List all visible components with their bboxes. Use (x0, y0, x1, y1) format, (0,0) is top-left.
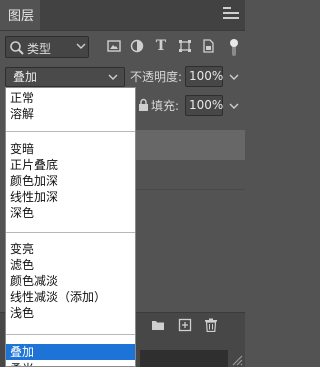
menu-item-darken[interactable]: 变暗 (6, 141, 135, 157)
menu-item-linear-dodge[interactable]: 线性减淡（添加） (6, 289, 135, 305)
menu-item-multiply[interactable]: 正片叠底 (6, 157, 135, 173)
panel-menu-icon[interactable] (223, 7, 239, 21)
panel-title: 图层 (8, 9, 35, 24)
filter-toggle-switch[interactable] (229, 38, 239, 58)
menu-item-lighter-color[interactable]: 浅色 (6, 305, 135, 321)
adjustment-layer-filter-icon[interactable] (130, 39, 144, 53)
lock-all-icon[interactable] (138, 98, 149, 112)
panel-footer-dark-strip (140, 350, 228, 367)
menu-item-linear-burn[interactable]: 线性加深 (6, 189, 135, 205)
type-layer-filter-icon[interactable]: T (154, 39, 168, 53)
menu-item-dissolve[interactable]: 溶解 (6, 106, 135, 122)
search-icon (10, 41, 24, 55)
chevron-down-icon (76, 43, 86, 49)
menu-item-darker-color[interactable]: 深色 (6, 205, 135, 221)
chevron-down-icon[interactable] (229, 101, 239, 111)
fill-input[interactable]: 100% (185, 95, 223, 116)
menu-separator (6, 232, 135, 233)
smart-object-filter-icon[interactable] (201, 39, 215, 53)
opacity-label: 不透明度: (130, 70, 183, 84)
layer-row[interactable] (134, 130, 245, 160)
pixel-layer-filter-icon[interactable] (107, 39, 121, 53)
header-divider (0, 30, 245, 31)
menu-item-lighten[interactable]: 变亮 (6, 241, 135, 257)
blend-mode-value: 叠加 (13, 70, 38, 84)
menu-item-normal[interactable]: 正常 (6, 90, 135, 106)
menu-separator (6, 334, 135, 335)
fill-label: 填充: (151, 99, 180, 113)
menu-item-overlay[interactable]: 叠加 (6, 344, 135, 360)
menu-item-soft-light[interactable]: 柔光 (6, 361, 135, 366)
delete-layer-icon[interactable] (204, 318, 218, 332)
menu-item-color-dodge[interactable]: 颜色减淡 (6, 273, 135, 289)
layer-filter-label: 类型 (27, 42, 52, 56)
menu-item-color-burn[interactable]: 颜色加深 (6, 173, 135, 189)
chevron-down-icon (108, 74, 118, 80)
new-group-icon[interactable] (151, 318, 165, 332)
menu-separator (6, 131, 135, 132)
opacity-input[interactable]: 100% (185, 66, 223, 87)
new-layer-icon[interactable] (178, 318, 192, 332)
shape-layer-filter-icon[interactable] (178, 39, 192, 53)
blend-mode-menu[interactable]: 正常 溶解 变暗 正片叠底 颜色加深 线性加深 深色 变亮 滤色 颜色减淡 线性… (5, 87, 136, 367)
resize-grip-icon[interactable] (229, 352, 243, 366)
layer-row[interactable] (134, 160, 245, 190)
menu-item-screen[interactable]: 滤色 (6, 257, 135, 273)
chevron-down-icon[interactable] (229, 72, 239, 82)
